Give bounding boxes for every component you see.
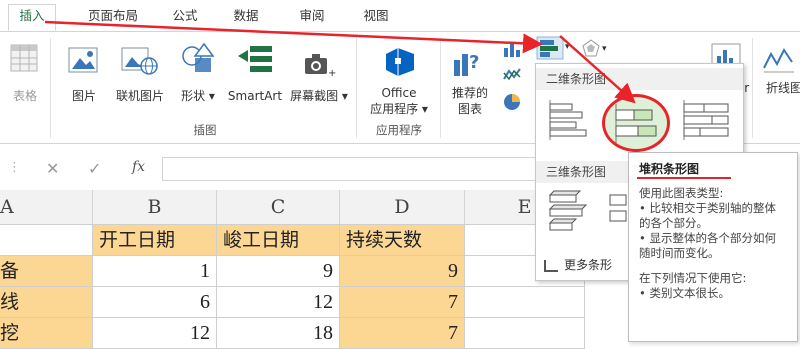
apps-group-label: 应用程序 — [376, 123, 422, 137]
insert-function-icon[interactable]: fx — [132, 159, 145, 175]
cell-b1[interactable]: 开工日期 — [93, 225, 217, 256]
smartart-button[interactable]: SmartArt — [222, 40, 288, 103]
tab-review[interactable]: 审阅 — [292, 5, 332, 29]
percent-stacked-bar-icon[interactable] — [682, 98, 732, 142]
tooltip-title: 堆积条形图 — [639, 162, 700, 176]
divider — [752, 38, 753, 138]
column-header-d[interactable]: D — [340, 190, 465, 225]
tab-insert[interactable]: 插入 — [8, 4, 56, 31]
cell-c3[interactable]: 12 — [217, 287, 340, 318]
cell-d1[interactable]: 持续天数 — [340, 225, 465, 256]
column-header-a[interactable]: A — [0, 190, 93, 225]
3d-stacked-bar-icon[interactable] — [608, 189, 628, 233]
office-apps-label-2: 应用程序 ▾ — [370, 102, 428, 116]
radar-chart-icon[interactable] — [580, 38, 602, 58]
camera-icon: + — [305, 54, 336, 79]
tooltip-body: 使用此图表类型: • 比较相交于类别轴的整体的各个部分。 • 显示整体的各个部分… — [639, 186, 776, 260]
shapes-button[interactable]: 形状 ▾ — [178, 40, 218, 103]
online-picture-label: 联机图片 — [115, 89, 164, 103]
online-picture-button[interactable]: 联机图片 — [108, 40, 172, 103]
column-header-c[interactable]: C — [217, 190, 340, 225]
office-apps-label-1: Office — [381, 86, 417, 100]
picture-button[interactable]: 图片 — [64, 40, 104, 103]
bar-chart-dropdown-arrow[interactable]: ▾ — [565, 42, 570, 52]
enter-icon[interactable]: ✓ — [88, 159, 101, 178]
recommended-charts-label-2: 图表 — [457, 102, 482, 116]
section-2d-bar-header: 二维条形图 — [536, 68, 743, 90]
cell-d4[interactable]: 7 — [340, 318, 465, 349]
cell-a1[interactable] — [0, 225, 93, 256]
recommended-charts-button[interactable]: ? 推荐的 图表 — [444, 40, 496, 116]
tooltip-title-underline — [637, 177, 731, 179]
pie-chart-icon[interactable] — [502, 92, 524, 112]
cell-b2[interactable]: 1 — [93, 256, 217, 287]
svg-text:+: + — [328, 68, 336, 79]
cell-b3[interactable]: 6 — [93, 287, 217, 318]
shapes-label: 形状 ▾ — [181, 89, 215, 103]
cell-e4[interactable] — [465, 318, 585, 349]
tab-page-layout[interactable]: 页面布局 — [78, 5, 148, 29]
tab-formulas[interactable]: 公式 — [165, 5, 205, 29]
stacked-bar-icon[interactable] — [614, 102, 658, 146]
office-apps-icon — [386, 48, 414, 76]
cell-d2[interactable]: 9 — [340, 256, 465, 287]
cell-c1[interactable]: 峻工日期 — [217, 225, 340, 256]
ribbon-tab-bar: 插入 页面布局 公式 数据 审阅 视图 — [0, 0, 800, 32]
online-picture-icon — [121, 47, 158, 75]
office-apps-button[interactable]: Office 应用程序 ▾ — [362, 40, 436, 116]
cell-a4[interactable]: 挖 — [0, 318, 93, 349]
shapes-icon — [182, 42, 215, 72]
line-chart-label: 折线图 — [765, 81, 800, 95]
smartart-label: SmartArt — [227, 89, 283, 103]
cell-a3[interactable]: 线 — [0, 287, 93, 318]
illustrations-group-label: 插图 — [193, 123, 217, 137]
recommended-charts-icon: ? — [454, 52, 479, 76]
column-chart-icon[interactable] — [502, 40, 524, 58]
cell-b4[interactable]: 12 — [93, 318, 217, 349]
cell-d3[interactable]: 7 — [340, 287, 465, 318]
bar-chart-icon-active[interactable] — [536, 36, 564, 60]
divider — [50, 38, 51, 138]
tooltip-usage: 在下列情况下使用它: • 类别文本很长。 — [639, 271, 747, 300]
column-header-b[interactable]: B — [93, 190, 217, 225]
sparkline-line-icon[interactable] — [762, 44, 796, 74]
cell-c4[interactable]: 18 — [217, 318, 340, 349]
3d-clustered-bar-icon[interactable] — [546, 189, 590, 233]
tab-data[interactable]: 数据 — [226, 5, 266, 29]
smartart-icon — [238, 46, 272, 72]
divider — [356, 38, 357, 138]
cancel-icon[interactable]: ✕ — [46, 159, 59, 178]
line-chart-icon-small[interactable] — [502, 65, 524, 83]
radar-dropdown-arrow[interactable]: ▾ — [602, 44, 607, 54]
divider — [440, 38, 441, 138]
cell-e3[interactable] — [465, 287, 585, 318]
svg-text:?: ? — [469, 52, 479, 73]
table-label: 表格 — [12, 89, 37, 103]
stacked-bar-tooltip: 堆积条形图 使用此图表类型: • 比较相交于类别轴的整体的各个部分。 • 显示整… — [628, 152, 798, 342]
clustered-bar-icon[interactable] — [546, 98, 590, 142]
table-icon — [10, 44, 38, 72]
picture-icon — [68, 47, 98, 73]
more-charts-icon — [544, 259, 558, 272]
recommended-charts-label-1: 推荐的 — [451, 86, 488, 100]
formula-bar-handle: ⋮ — [8, 160, 21, 175]
cell-c2[interactable]: 9 — [217, 256, 340, 287]
table-button[interactable]: 表格 — [4, 40, 46, 103]
picture-label: 图片 — [71, 89, 96, 103]
screenshot-button[interactable]: + 屏幕截图 ▾ — [290, 40, 348, 103]
tab-view[interactable]: 视图 — [356, 5, 396, 29]
screenshot-label: 屏幕截图 ▾ — [290, 89, 348, 103]
cell-a2[interactable]: 备 — [0, 256, 93, 287]
